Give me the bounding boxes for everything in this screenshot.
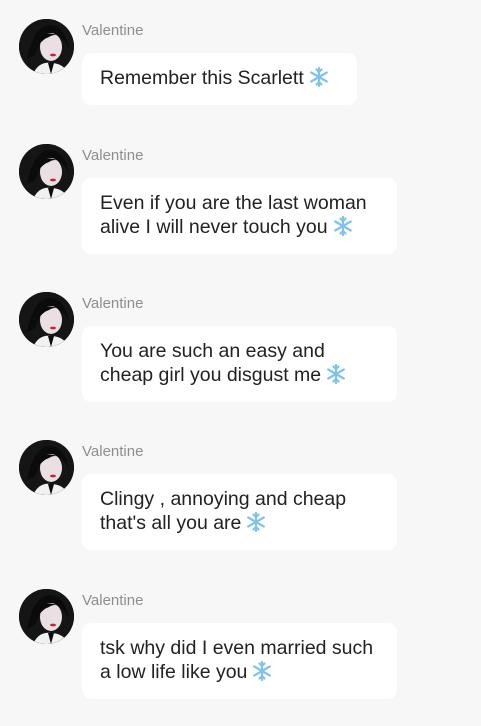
snowflake-icon: [251, 660, 273, 682]
message-bubble[interactable]: You are such an easy and cheap girl you …: [82, 326, 397, 402]
message-text: Remember this Scarlett: [100, 67, 304, 89]
message-bubble[interactable]: Clingy , annoying and cheap that's all y…: [82, 474, 397, 550]
avatar[interactable]: [19, 144, 74, 199]
snowflake-icon: [332, 215, 354, 237]
sender-name: Valentine: [82, 443, 144, 460]
avatar[interactable]: [19, 19, 74, 74]
avatar-image: [19, 144, 74, 199]
message-text: Clingy , annoying and cheap that's all y…: [100, 488, 347, 534]
message-bubble[interactable]: Even if you are the last woman alive I w…: [82, 178, 397, 254]
message-bubble[interactable]: Remember this Scarlett: [82, 53, 357, 105]
message-text: Even if you are the last woman alive I w…: [100, 192, 367, 238]
avatar-image: [19, 292, 74, 347]
sender-name: Valentine: [82, 592, 144, 609]
avatar-image: [19, 589, 74, 644]
avatar[interactable]: [19, 440, 74, 495]
message-bubble[interactable]: tsk why did I even married such a low li…: [82, 623, 397, 699]
avatar-image: [19, 440, 74, 495]
message-text: You are such an easy and cheap girl you …: [100, 340, 325, 386]
sender-name: Valentine: [82, 147, 144, 164]
sender-name: Valentine: [82, 295, 144, 312]
snowflake-icon: [245, 511, 267, 533]
sender-name: Valentine: [82, 22, 144, 39]
avatar[interactable]: [19, 589, 74, 644]
message-text: tsk why did I even married such a low li…: [100, 637, 374, 683]
avatar-image: [19, 19, 74, 74]
snowflake-icon: [325, 363, 347, 385]
avatar[interactable]: [19, 292, 74, 347]
snowflake-icon: [308, 66, 330, 88]
